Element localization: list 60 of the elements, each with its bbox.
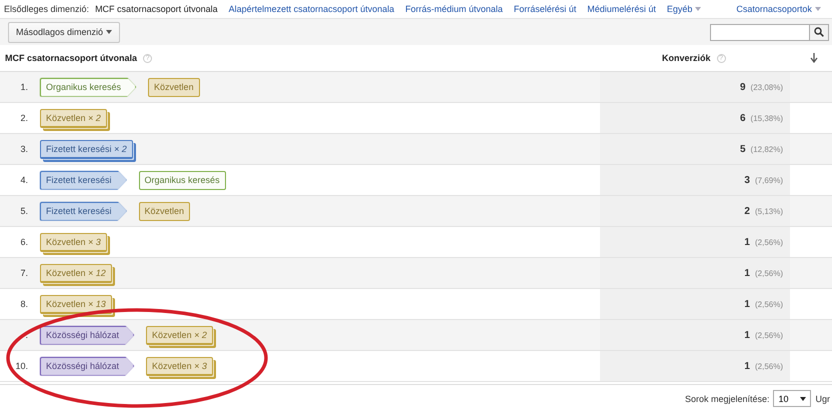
caret-icon — [814, 7, 821, 11]
conversion-count: 1 — [744, 330, 750, 340]
secondary-dimension-dropdown[interactable]: Másodlagos dimenzió — [8, 22, 120, 42]
conversion-count: 5 — [740, 144, 746, 154]
row-number: 5. — [19, 206, 28, 216]
conversion-count: 9 — [740, 82, 746, 92]
dimension-link[interactable]: Médiumelérési út — [587, 4, 656, 14]
column-header[interactable]: Konverziók — [662, 53, 711, 63]
dimension-link[interactable]: MCF csatornacsoport útvonala — [95, 4, 218, 14]
goto-label: Ugr — [815, 394, 830, 404]
conversion-count: 1 — [744, 236, 750, 248]
conversion-count: 2 — [744, 206, 750, 216]
row-number: 4. — [19, 175, 28, 185]
channel-step: Közvetlen — [138, 202, 190, 220]
channel-step: Fizetett keresési — [40, 202, 127, 220]
dimension-link[interactable]: Alapértelmezett csatornacsoport útvonala — [228, 4, 394, 14]
row-number: 7. — [19, 268, 28, 278]
rows-label: Sorok megjelenítése: — [684, 394, 770, 404]
rows-select[interactable]: 10 — [773, 390, 812, 407]
conversion-count: 1 — [744, 268, 750, 278]
conversion-count: 6 — [740, 112, 746, 124]
search-field[interactable] — [710, 24, 810, 40]
row-number: 8. — [19, 299, 28, 309]
channel-step: Organikus keresés — [138, 170, 226, 190]
conversion-share: (5,13%) — [754, 206, 783, 216]
dimension-link[interactable]: Forrás-médium útvonala — [405, 4, 503, 14]
caret-icon — [106, 30, 112, 34]
search-icon — [814, 27, 824, 37]
conversion-share: (12,82%) — [750, 144, 783, 154]
dimension-link[interactable]: Forráselérési út — [514, 4, 576, 14]
search-button[interactable] — [810, 24, 829, 40]
conversion-share: (2,56%) — [754, 300, 783, 308]
row-number: 1. — [19, 82, 28, 92]
conversion-count: 1 — [744, 298, 750, 310]
row-number: 10. — [14, 361, 28, 371]
dimension-link[interactable]: Egyéb — [666, 4, 702, 14]
sort-arrow-icon[interactable] — [810, 53, 818, 63]
caret-icon — [695, 7, 702, 11]
conversion-share: (7,69%) — [754, 176, 783, 184]
channel-step: Közösségi hálózat — [40, 356, 134, 376]
channel-step: Közösségi hálózat — [40, 326, 134, 344]
primary-dimension-label: Elsődleges dimenzió: — [4, 4, 90, 14]
conversion-share: (2,56%) — [754, 238, 783, 246]
conversion-share: (2,56%) — [754, 268, 783, 278]
channel-step: Organikus keresés — [40, 78, 136, 96]
row-number: . — [24, 330, 28, 340]
channel-step: Közvetlen — [148, 78, 200, 96]
row-number: 2. — [19, 113, 28, 123]
row-number: 6. — [19, 237, 28, 247]
conversion-share: (2,56%) — [754, 330, 783, 340]
dimension-link[interactable]: Csatornacsoportok — [736, 4, 821, 14]
conversion-share: (2,56%) — [754, 362, 783, 370]
channel-step: Fizetett keresési — [40, 170, 127, 190]
conversion-count: 1 — [744, 360, 750, 372]
conversion-share: (15,38%) — [750, 114, 783, 122]
row-number: 3. — [19, 144, 28, 154]
caret-icon — [800, 396, 806, 400]
conversion-count: 3 — [744, 174, 750, 186]
conversion-share: (23,08%) — [750, 82, 783, 92]
column-header: MCF csatornacsoport útvonala — [5, 53, 138, 63]
